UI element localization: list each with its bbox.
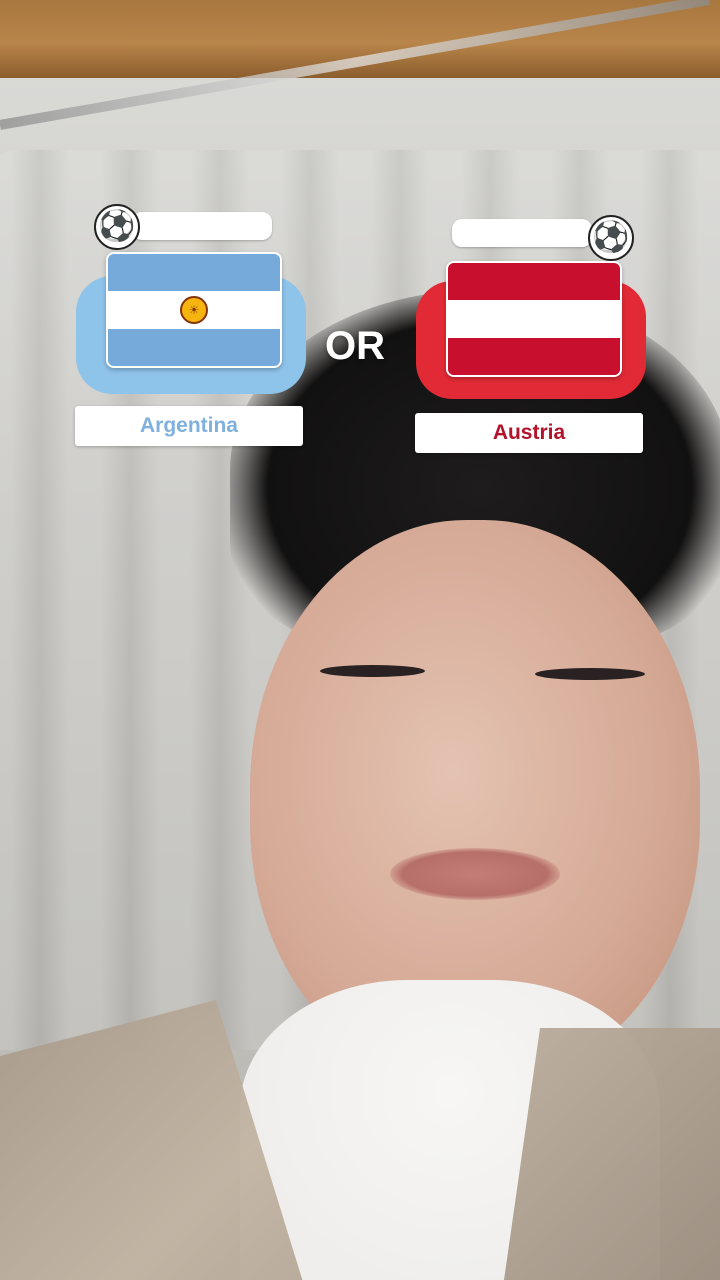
soccer-ball-icon: ⚽ [588, 215, 634, 261]
team-name-label: Argentina [75, 406, 303, 446]
argentina-flag-icon: ☀ [106, 252, 282, 368]
filter-overlay: ⚽ ☀ Argentina OR ⚽ Austria [0, 0, 720, 1280]
score-pill [452, 219, 592, 247]
team-option-left[interactable]: ⚽ ☀ Argentina [72, 198, 312, 458]
or-separator: OR [325, 324, 385, 368]
team-name-label: Austria [415, 413, 643, 453]
soccer-ball-icon: ⚽ [94, 204, 140, 250]
score-pill [132, 212, 272, 240]
austria-flag-icon [446, 261, 622, 377]
team-option-right[interactable]: ⚽ Austria [412, 203, 652, 463]
sun-of-may-icon: ☀ [180, 295, 208, 324]
